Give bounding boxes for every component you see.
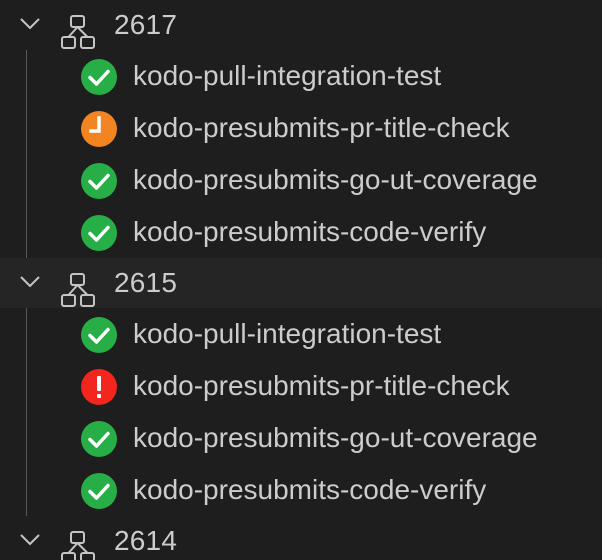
tree-group-header[interactable]: 2617 — [0, 0, 602, 50]
tree-group-header[interactable]: 2615 — [0, 258, 602, 308]
job-row[interactable]: kodo-pull-integration-test — [0, 50, 602, 102]
job-row[interactable]: kodo-presubmits-code-verify — [0, 464, 602, 516]
job-row[interactable]: kodo-presubmits-pr-title-check — [0, 360, 602, 412]
job-label: kodo-presubmits-code-verify — [133, 474, 487, 505]
job-label: kodo-pull-integration-test — [133, 60, 442, 91]
group-label: 2615 — [114, 267, 178, 298]
job-label: kodo-presubmits-code-verify — [133, 216, 487, 247]
tree-group-2614: 2614 — [0, 516, 602, 560]
job-label: kodo-presubmits-pr-title-check — [133, 112, 510, 143]
job-row[interactable]: kodo-presubmits-go-ut-coverage — [0, 412, 602, 464]
check-circle-icon — [81, 215, 117, 251]
tree-group-2615: 2615 kodo-pull-integration-test kodo-pre… — [0, 258, 602, 518]
group-label: 2617 — [114, 9, 178, 40]
chevron-down-icon[interactable] — [20, 533, 40, 547]
clock-circle-icon — [81, 111, 117, 147]
job-label: kodo-presubmits-go-ut-coverage — [133, 164, 538, 195]
tree-group-header[interactable]: 2614 — [0, 516, 602, 560]
job-row[interactable]: kodo-presubmits-go-ut-coverage — [0, 154, 602, 206]
job-label: kodo-presubmits-go-ut-coverage — [133, 422, 538, 453]
check-circle-icon — [81, 421, 117, 457]
job-row[interactable]: kodo-pull-integration-test — [0, 308, 602, 360]
job-row[interactable]: kodo-presubmits-pr-title-check — [0, 102, 602, 154]
error-circle-icon — [81, 369, 117, 405]
pipeline-graph-icon — [61, 531, 95, 560]
job-label: kodo-presubmits-pr-title-check — [133, 370, 510, 401]
chevron-down-icon[interactable] — [20, 17, 40, 31]
check-circle-icon — [81, 59, 117, 95]
job-row[interactable]: kodo-presubmits-code-verify — [0, 206, 602, 258]
chevron-down-icon[interactable] — [20, 275, 40, 289]
check-circle-icon — [81, 163, 117, 199]
group-label: 2614 — [114, 525, 178, 556]
tree-group-2617: 2617 kodo-pull-integration-test kodo-pre… — [0, 0, 602, 268]
pipeline-graph-icon — [61, 273, 95, 307]
check-circle-icon — [81, 473, 117, 509]
job-label: kodo-pull-integration-test — [133, 318, 442, 349]
checks-tree: 2617 kodo-pull-integration-test kodo-pre… — [0, 0, 602, 560]
pipeline-graph-icon — [61, 15, 95, 49]
check-circle-icon — [81, 317, 117, 353]
